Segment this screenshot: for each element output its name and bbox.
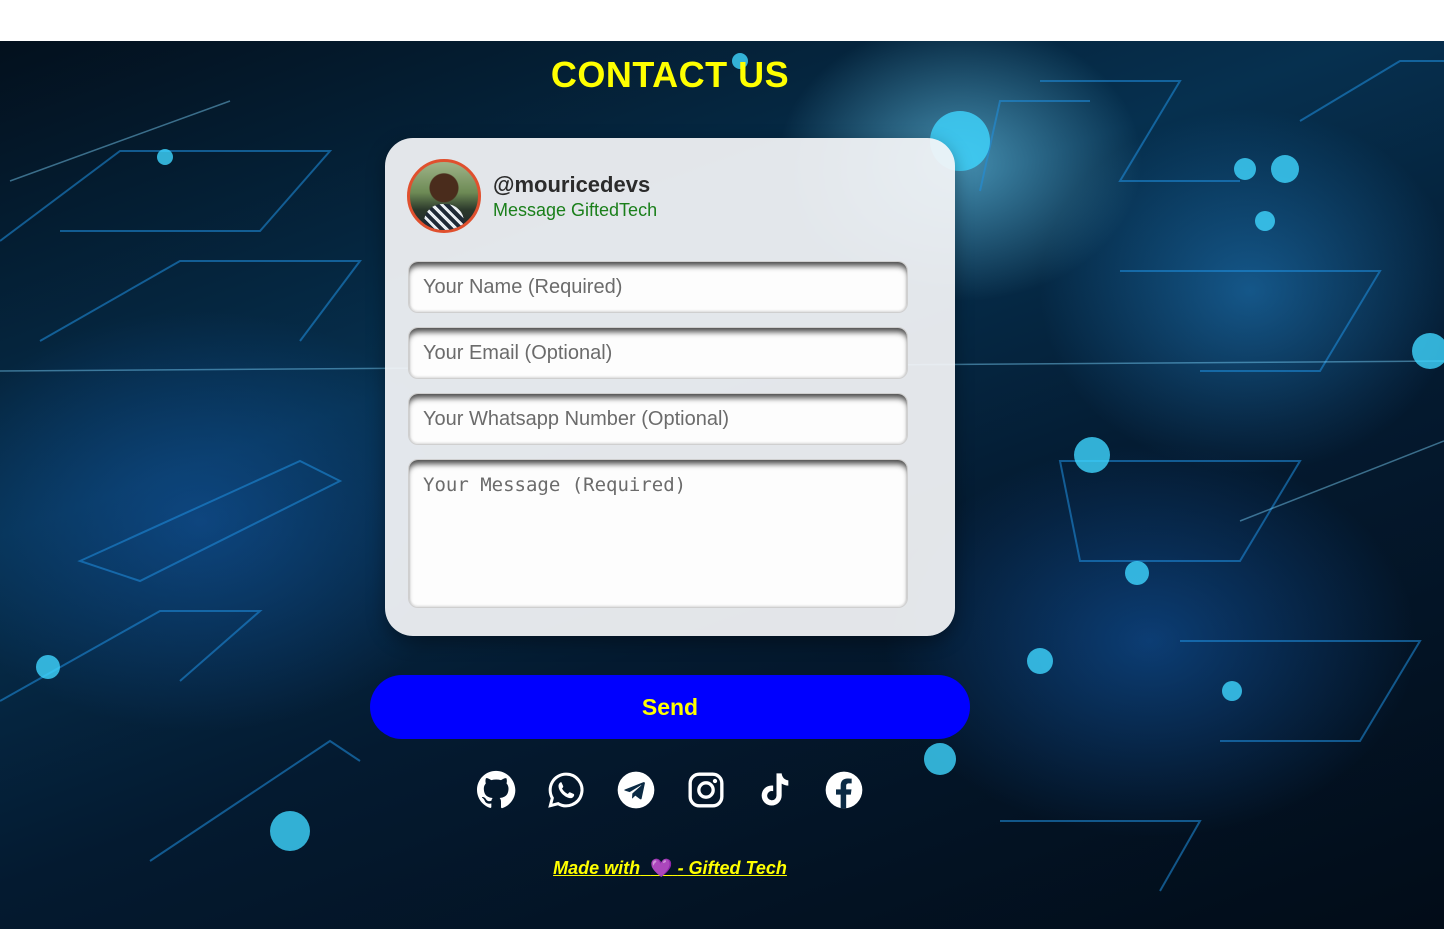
instagram-icon[interactable]: [686, 770, 726, 810]
avatar: [407, 159, 481, 233]
facebook-icon[interactable]: [824, 770, 864, 810]
footer-credit: Made with 💜 - Gifted Tech: [0, 858, 1340, 879]
footer-link[interactable]: Made with 💜 - Gifted Tech: [553, 858, 787, 878]
tiktok-icon[interactable]: [754, 770, 794, 810]
whatsapp-input[interactable]: [408, 393, 908, 445]
message-textarea[interactable]: [408, 459, 908, 608]
footer-suffix: - Gifted Tech: [677, 858, 787, 878]
footer-prefix: Made with: [553, 858, 641, 878]
telegram-icon[interactable]: [616, 770, 656, 810]
social-links: [476, 770, 866, 810]
name-input[interactable]: [408, 261, 908, 313]
whatsapp-icon[interactable]: [546, 770, 586, 810]
heart-icon: 💜: [650, 858, 673, 878]
profile-subtitle: Message GiftedTech: [493, 200, 658, 220]
profile-handle: @mouricedevs: [493, 172, 651, 197]
email-input[interactable]: [408, 327, 908, 379]
top-white-bar: [0, 0, 1444, 41]
send-button[interactable]: Send: [370, 675, 970, 739]
github-icon[interactable]: [476, 770, 516, 810]
page-title: CONTACT US: [550, 54, 790, 95]
avatar-figure: [424, 204, 464, 230]
contact-card: @mouricedevs Message GiftedTech: [385, 138, 955, 636]
